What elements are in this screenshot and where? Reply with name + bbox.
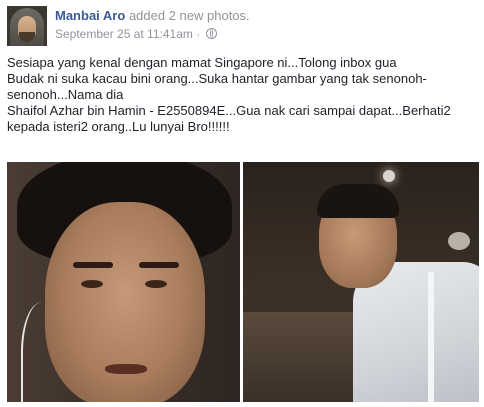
photo-light	[383, 170, 395, 182]
meta-separator: ·	[196, 27, 201, 41]
post-text-line: Sesiapa yang kenal dengan mamat Singapor…	[7, 55, 397, 70]
photo-eye	[145, 280, 167, 288]
photo-light	[448, 232, 470, 250]
post-action-text: added 2 new photos.	[128, 8, 250, 23]
post-text-line: Budak ni suka kacau bini orang...Suka ha…	[7, 71, 427, 86]
post-body: Sesiapa yang kenal dengan mamat Singapor…	[7, 55, 479, 135]
post-photo-1[interactable]	[7, 162, 240, 402]
post-meta: September 25 at 11:41am ·	[55, 27, 217, 42]
post-text-line: kepada isteri2 orang..Lu lunyai Bro!!!!!…	[7, 119, 230, 134]
photo-eyebrow	[139, 262, 179, 268]
photo-shirt-stripe	[428, 272, 434, 402]
photo-eye	[81, 280, 103, 288]
globe-icon[interactable]	[205, 28, 217, 39]
post-text-line: Shaifol Azhar bin Hamin - E2550894E...Gu…	[7, 103, 451, 118]
photo-eyebrow	[73, 262, 113, 268]
post-text-line: senonoh...Nama dia	[7, 87, 124, 102]
photo-mouth	[105, 364, 147, 374]
photo-hair	[317, 184, 399, 218]
post-timestamp-link[interactable]: September 25 at 11:41am	[55, 27, 193, 41]
author-name-link[interactable]: Manbai Aro	[55, 8, 125, 23]
photo-earphone-wire	[21, 302, 63, 402]
post-header: Manbai Aro added 2 new photos.	[55, 8, 250, 24]
post-photo-2[interactable]	[243, 162, 479, 402]
facebook-post: Manbai Aro added 2 new photos. September…	[0, 0, 484, 407]
author-avatar[interactable]	[7, 6, 47, 46]
